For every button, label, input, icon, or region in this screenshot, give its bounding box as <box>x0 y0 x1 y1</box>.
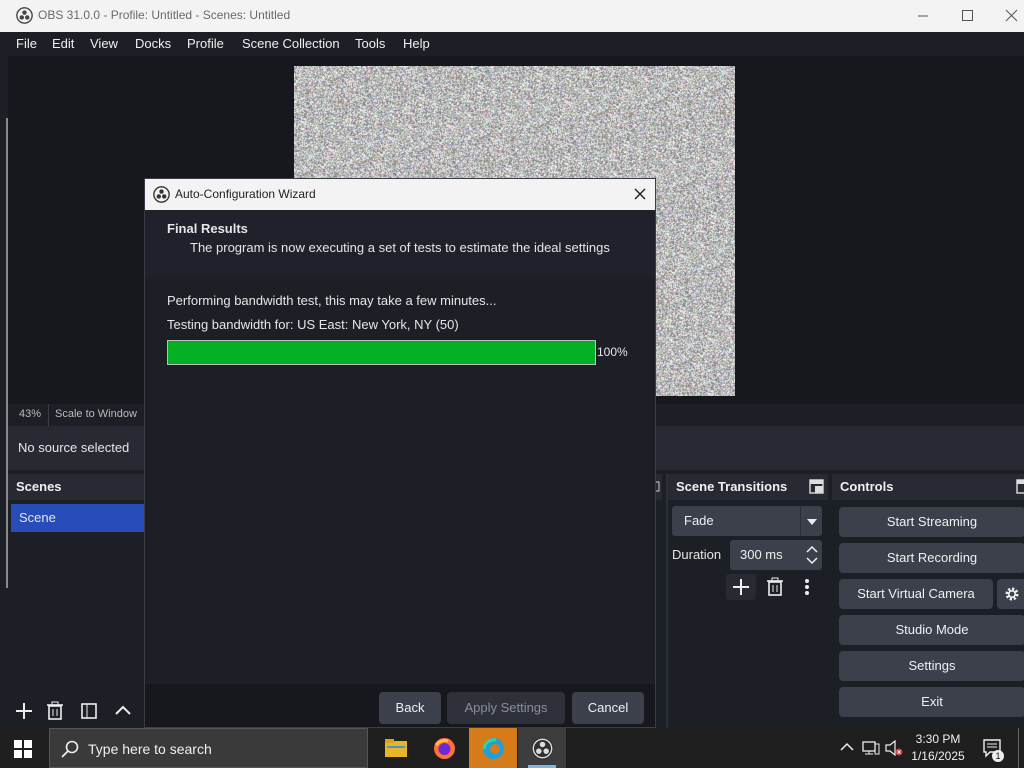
add-transition-icon[interactable] <box>726 574 756 600</box>
scene-transitions-title: Scene Transitions <box>668 474 828 500</box>
start-streaming-button[interactable]: Start Streaming <box>839 507 1024 537</box>
firefox-icon <box>433 737 456 760</box>
start-virtual-camera-button[interactable]: Start Virtual Camera <box>839 579 993 609</box>
settings-button[interactable]: Settings <box>839 651 1024 681</box>
menu-profile[interactable]: Profile <box>187 36 224 51</box>
divider <box>48 404 49 426</box>
controls-dock: Controls Start Streaming Start Recording… <box>832 474 1024 728</box>
back-button[interactable]: Back <box>379 692 441 724</box>
gear-icon <box>1004 586 1020 602</box>
scene-transitions-dock: Scene Transitions Fade Duration 300 ms <box>666 474 828 728</box>
no-source-label: No source selected <box>18 440 130 455</box>
undock-icon[interactable] <box>809 479 824 494</box>
window-title-bar: OBS 31.0.0 - Profile: Untitled - Scenes:… <box>0 0 1024 32</box>
scenes-toolbar <box>8 694 148 728</box>
obs-icon <box>531 737 554 760</box>
edge-icon <box>482 737 505 760</box>
scenes-dock-title: Scenes <box>8 474 148 500</box>
firefox-taskbar-button[interactable] <box>420 728 468 768</box>
windows-start-icon[interactable] <box>14 740 32 758</box>
search-icon <box>61 740 79 758</box>
menu-bar: File Edit View Docks Profile Scene Colle… <box>8 32 1024 56</box>
scene-list-item[interactable]: Scene <box>11 504 151 532</box>
select-divider <box>800 506 801 536</box>
auto-config-wizard-dialog: Auto-Configuration Wizard Final Results … <box>144 178 656 728</box>
show-desktop-divider[interactable] <box>1018 728 1019 768</box>
scene-transitions-title-text: Scene Transitions <box>676 479 788 494</box>
transition-select-value: Fade <box>684 513 714 528</box>
spin-up-icon[interactable] <box>806 544 818 553</box>
start-recording-button[interactable]: Start Recording <box>839 543 1024 573</box>
notification-count-badge: 1 <box>992 750 1004 762</box>
duration-label: Duration <box>672 547 722 562</box>
menu-file[interactable]: File <box>16 36 37 51</box>
zoom-level: 43% <box>19 408 42 420</box>
studio-mode-button[interactable]: Studio Mode <box>839 615 1024 645</box>
dialog-title-bar: Auto-Configuration Wizard <box>145 179 655 210</box>
spin-down-icon[interactable] <box>806 557 818 566</box>
menu-docks[interactable]: Docks <box>135 36 171 51</box>
chevron-down-icon <box>806 518 818 526</box>
transition-select[interactable]: Fade <box>672 506 822 536</box>
controls-title-text: Controls <box>840 479 894 494</box>
window-title: OBS 31.0.0 - Profile: Untitled - Scenes:… <box>38 8 291 22</box>
progress-fill <box>168 341 595 364</box>
status-text: Performing bandwidth test, this may take… <box>167 293 497 308</box>
menu-view[interactable]: View <box>90 36 118 51</box>
duration-value: 300 ms <box>740 547 783 562</box>
volume-muted-icon[interactable] <box>885 740 903 756</box>
search-placeholder: Type here to search <box>88 741 212 757</box>
apply-settings-button[interactable]: Apply Settings <box>447 692 565 724</box>
menu-scene-collection[interactable]: Scene Collection <box>242 36 340 51</box>
taskbar-search-box[interactable]: Type here to search <box>49 728 368 768</box>
add-scene-icon[interactable] <box>15 702 33 720</box>
move-up-icon[interactable] <box>114 703 132 717</box>
scale-mode[interactable]: Scale to Window <box>55 408 137 420</box>
testing-server-text: Testing bandwidth for: US East: New York… <box>167 317 459 332</box>
scene-filter-icon[interactable] <box>80 702 98 720</box>
close-icon[interactable] <box>633 187 647 201</box>
trash-icon[interactable] <box>46 701 64 721</box>
page-subtitle: The program is now executing a set of te… <box>190 240 610 255</box>
menu-tools[interactable]: Tools <box>355 36 385 51</box>
page-title: Final Results <box>167 221 248 236</box>
clock-time: 3:30 PM <box>915 732 961 746</box>
edge-taskbar-button[interactable] <box>469 728 517 768</box>
maximize-button[interactable] <box>958 6 978 26</box>
close-window-button[interactable] <box>1002 6 1022 26</box>
virtual-camera-settings-button[interactable] <box>997 579 1024 609</box>
exit-button[interactable]: Exit <box>839 687 1024 717</box>
remove-transition-icon[interactable] <box>766 577 784 597</box>
clock-date: 1/16/2025 <box>911 749 965 763</box>
menu-edit[interactable]: Edit <box>52 36 74 51</box>
undock-icon[interactable] <box>1016 479 1024 494</box>
network-icon[interactable] <box>862 740 880 756</box>
obs-logo-icon <box>153 186 170 203</box>
progress-percent: 100% <box>597 345 628 359</box>
taskbar: Type here to search 3:30 PM 1/16/2025 1 <box>0 728 1024 768</box>
chevron-up-icon[interactable] <box>840 742 854 752</box>
menu-help[interactable]: Help <box>403 36 430 51</box>
cancel-button[interactable]: Cancel <box>572 692 644 724</box>
dialog-body: Performing bandwidth test, this may take… <box>145 277 655 684</box>
obs-logo-icon <box>16 7 33 24</box>
obs-taskbar-button[interactable] <box>518 728 566 768</box>
dialog-header: Final Results The program is now executi… <box>145 210 655 277</box>
duration-spinbox[interactable]: 300 ms <box>730 540 822 570</box>
file-explorer-taskbar-button[interactable] <box>371 728 419 768</box>
more-options-icon[interactable] <box>804 578 810 596</box>
minimize-button[interactable] <box>914 6 934 26</box>
dialog-title: Auto-Configuration Wizard <box>175 187 316 201</box>
controls-title: Controls <box>832 474 1024 500</box>
scenes-dock: Scenes Scene <box>8 474 151 728</box>
folder-icon <box>385 738 407 758</box>
taskbar-clock[interactable]: 3:30 PM 1/16/2025 <box>905 731 971 765</box>
progress-bar <box>167 340 596 365</box>
